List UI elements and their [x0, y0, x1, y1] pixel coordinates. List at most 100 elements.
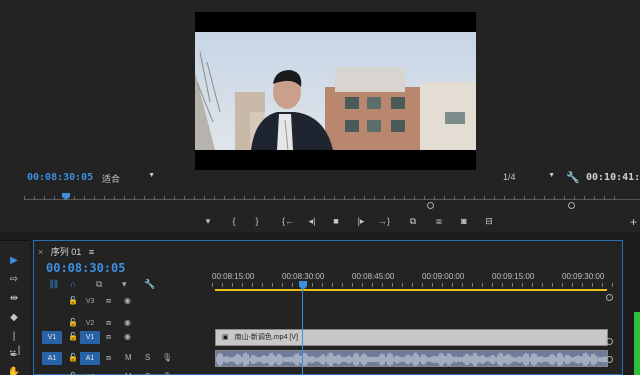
track-name[interactable]: A2	[80, 371, 100, 375]
razor-tool-icon[interactable]: ◆	[7, 311, 21, 325]
ruler-tick	[512, 283, 513, 287]
ruler-tick	[244, 196, 245, 200]
selection-tool-icon[interactable]: ▶	[7, 254, 21, 268]
linked-selection-icon[interactable]: ⧉	[96, 279, 102, 290]
sync-lock-icon[interactable]: ⧈	[106, 353, 111, 363]
out-point-handle[interactable]	[568, 202, 575, 209]
work-area-bar[interactable]	[215, 289, 607, 291]
eye-icon[interactable]: ◉	[124, 296, 131, 305]
wrench-icon[interactable]: 🔧	[566, 171, 580, 184]
lock-icon[interactable]: 🔓	[68, 332, 78, 341]
resolution-value: 1/4	[503, 172, 516, 182]
step-forward-icon[interactable]: |▸	[354, 216, 368, 227]
ruler-tick	[372, 283, 373, 287]
track-scroll-handle[interactable]	[606, 356, 613, 363]
ruler-tick	[582, 283, 583, 287]
add-button-icon[interactable]: +	[630, 215, 637, 229]
timeline-timecode[interactable]: 00:08:30:05	[46, 261, 125, 275]
track-header-v1: V1 🔓 V1 ⧈ ◉	[34, 327, 212, 349]
timeline-panel: × 序列 01 ≡ 00:08:30:05 ⛓ ∩ ⧉ ▾ 🔧 00:08:15…	[33, 240, 623, 375]
playhead-timecode[interactable]: 00:08:30:05	[27, 172, 93, 183]
track-name[interactable]: V3	[80, 295, 100, 308]
comparison-view-icon[interactable]: ⊟	[482, 216, 496, 227]
lock-icon[interactable]: 🔓	[68, 296, 78, 305]
ruler-tick	[572, 283, 573, 287]
ruler-tick	[474, 196, 475, 200]
ruler-tick	[394, 196, 395, 200]
in-point-handle[interactable]	[427, 202, 434, 209]
track-name[interactable]: V1	[80, 331, 100, 344]
track-scroll-handle[interactable]	[606, 338, 613, 345]
hand-tool-icon[interactable]: ✋	[7, 366, 21, 375]
sync-lock-icon[interactable]: ⧈	[106, 332, 111, 342]
ruler-tick	[592, 283, 593, 287]
ripple-edit-icon[interactable]: ⇹	[7, 292, 21, 306]
add-marker-icon[interactable]: ▾	[122, 279, 127, 290]
pen-tool-icon[interactable]: ✒	[7, 349, 21, 363]
ruler-tick	[222, 283, 223, 287]
ruler-tick	[364, 196, 365, 200]
audio-clip[interactable]	[215, 350, 608, 367]
ruler-tick	[134, 196, 135, 200]
ruler-tick	[292, 283, 293, 287]
track-select-icon[interactable]: ⇨	[7, 273, 21, 287]
overwrite-icon[interactable]: ⧈	[432, 216, 446, 227]
snap-magnet-icon[interactable]: ∩	[70, 279, 76, 289]
microphone-icon[interactable]: 🎙	[162, 353, 172, 362]
monitor-time-ruler[interactable]	[24, 192, 640, 206]
mark-out-icon[interactable]: }	[250, 216, 264, 226]
ruler-label: 00:09:30:00	[562, 272, 605, 281]
ruler-tick	[212, 283, 213, 287]
ruler-tick	[84, 196, 85, 200]
mute-button[interactable]: M	[125, 353, 132, 362]
eye-icon[interactable]: ◉	[124, 318, 131, 327]
mark-in-icon[interactable]: {	[227, 216, 241, 226]
source-patch-v1[interactable]: V1	[42, 331, 62, 344]
insert-icon[interactable]: ⧉	[406, 216, 420, 227]
ruler-tick	[234, 196, 235, 200]
go-to-in-icon[interactable]: {←	[281, 216, 295, 226]
camera-icon[interactable]: ◙	[457, 216, 471, 226]
ruler-tick	[164, 196, 165, 200]
timeline-ruler[interactable]: 00:08:15:00 00:08:30:00 00:08:45:00 00:0…	[212, 269, 622, 291]
ruler-tick	[612, 283, 613, 287]
ruler-tick	[274, 196, 275, 200]
ruler-tick	[54, 196, 55, 200]
ruler-tick	[522, 283, 523, 287]
close-icon[interactable]: ×	[38, 247, 43, 257]
ruler-tick	[124, 196, 125, 200]
eye-icon[interactable]: ◉	[124, 332, 131, 341]
sequence-tab[interactable]: × 序列 01 ≡	[38, 245, 94, 258]
menu-icon[interactable]: ≡	[89, 247, 94, 257]
ruler-tick	[584, 196, 585, 200]
source-patch-a1[interactable]: A1	[42, 352, 62, 365]
add-marker-icon[interactable]: ▾	[201, 216, 215, 227]
ruler-tick	[214, 196, 215, 200]
lock-icon[interactable]: 🔓	[68, 318, 78, 327]
program-monitor: 00:08:30:05 适合 ▼ 1/4 ▼ 🔧 00:10:41:1 ▾ { …	[0, 0, 640, 232]
ruler-tick	[514, 196, 515, 200]
ruler-tick	[472, 283, 473, 287]
ruler-tick	[492, 283, 493, 287]
ruler-tick	[294, 196, 295, 200]
ruler-tick	[64, 196, 65, 200]
slip-tool-icon[interactable]: |↔|	[7, 330, 21, 356]
ruler-tick	[312, 283, 313, 287]
track-name[interactable]: A1	[80, 352, 100, 365]
zoom-fit-select[interactable]: 适合 ▼	[100, 172, 158, 185]
video-clip[interactable]: ▣ 南山-新调色.mp4 [V]	[215, 329, 608, 346]
stop-icon[interactable]: ■	[329, 216, 343, 226]
ruler-tick	[34, 196, 35, 200]
sync-lock-icon[interactable]: ⧈	[106, 296, 111, 306]
nest-icon[interactable]: ⛓	[48, 279, 59, 290]
step-back-icon[interactable]: ◂|	[305, 216, 319, 227]
solo-button[interactable]: S	[145, 353, 150, 362]
ruler-tick	[144, 196, 145, 200]
wrench-icon[interactable]: 🔧	[144, 279, 155, 290]
zoom-handle[interactable]	[606, 294, 613, 301]
lock-icon[interactable]: 🔓	[68, 353, 78, 362]
ruler-tick	[204, 196, 205, 200]
waveform-path	[216, 352, 607, 366]
playback-resolution-select[interactable]: 1/4 ▼	[500, 172, 558, 185]
go-to-out-icon[interactable]: →}	[377, 216, 391, 226]
